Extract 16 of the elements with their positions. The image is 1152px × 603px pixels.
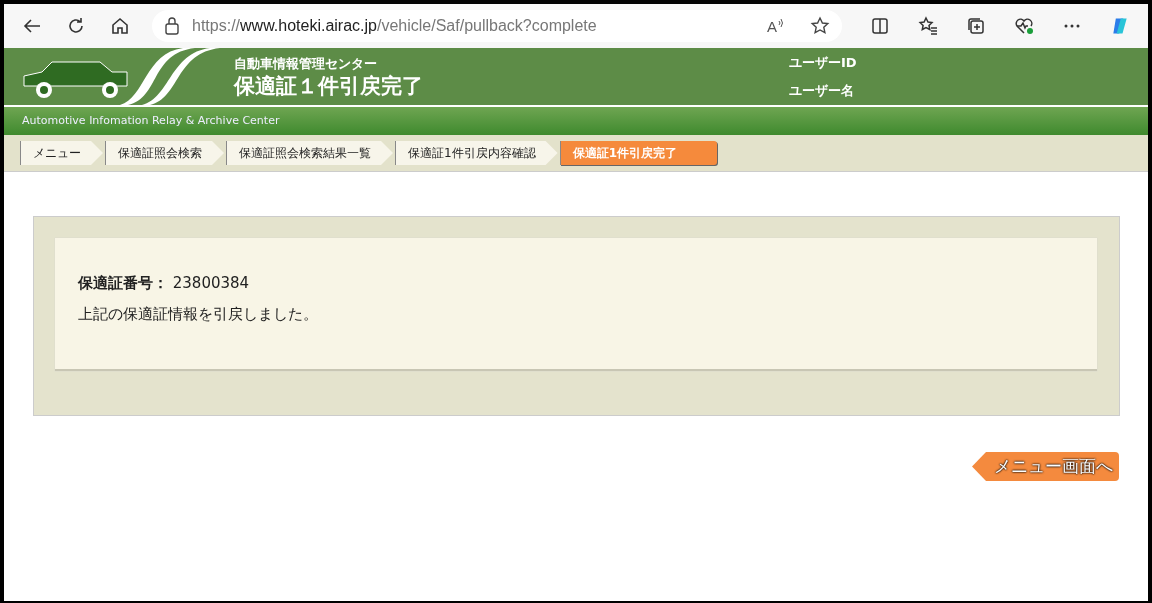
star-icon[interactable] [810,16,830,36]
number-value: 23800384 [172,274,250,292]
breadcrumb-link[interactable]: 保適証照会検索結果一覧 [226,141,393,165]
user-id-label: ユーザーID [789,54,857,72]
address-bar[interactable]: https://www.hoteki.airac.jp/vehicle/Saf/pullback?complete A [152,10,842,42]
breadcrumb-link[interactable]: 保適証照会検索 [105,141,224,165]
user-name-label: ユーザー名 [789,81,855,100]
breadcrumb-link[interactable]: メニュー [20,141,103,165]
number-label: 保適証番号： [78,274,168,292]
subtitle: Automotive Infomation Relay & Archive Center [22,112,280,129]
organization-name: 自動車情報管理センター [234,55,378,74]
result-message: 上記の保適証情報を引戻しました。 [78,303,319,325]
url-text: https://www.hoteki.airac.jp/vehicle/Saf/pullback?complete [192,16,597,36]
lock-icon [164,17,180,35]
breadcrumb-link[interactable]: 保適証1件引戻内容確認 [395,141,558,165]
page-title: 保適証１件引戻完了 [234,73,424,99]
